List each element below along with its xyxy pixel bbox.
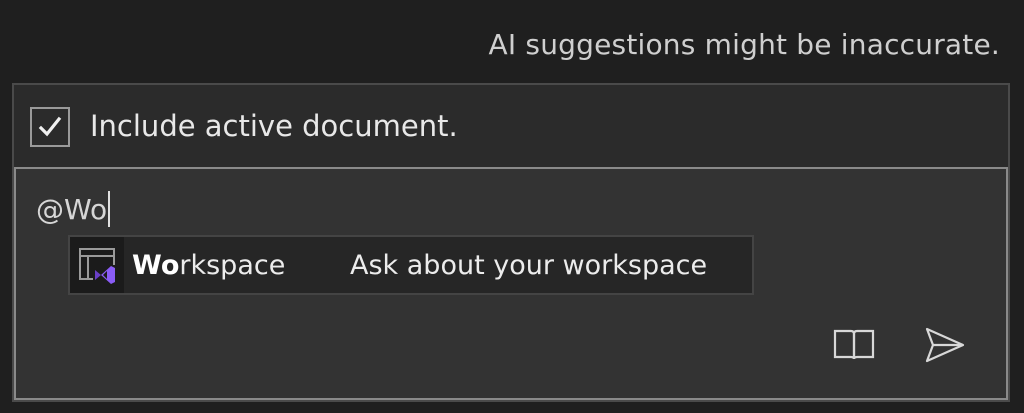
suggestion-name: Workspace [132,250,350,281]
reference-button[interactable] [832,325,876,365]
include-active-document-checkbox[interactable] [30,107,70,147]
suggestion-description: Ask about your workspace [350,249,708,281]
suggestion-name-rest: rkspace [179,249,286,281]
send-button[interactable] [922,323,968,367]
suggestion-item-workspace[interactable]: Workspace Ask about your workspace [68,235,754,295]
book-icon [833,329,875,360]
chat-input-panel: Include active document. @Wo Workspace A… [12,83,1010,402]
include-active-document-label: Include active document. [90,109,458,143]
checkmark-icon [38,116,62,137]
chat-input-field[interactable]: @Wo Workspace Ask about your workspace [14,167,1008,400]
send-icon [925,327,965,363]
text-caret [108,191,111,227]
visual-studio-workspace-icon [70,237,124,293]
ai-disclaimer-text: AI suggestions might be inaccurate. [488,28,1000,61]
chat-input-value: @Wo [36,192,108,226]
include-active-document-row: Include active document. [14,85,1008,167]
chat-input-value-wrap: @Wo [36,191,111,227]
copilot-chat-window: AI suggestions might be inaccurate. Incl… [0,0,1024,413]
suggestion-name-match: Wo [132,249,180,281]
